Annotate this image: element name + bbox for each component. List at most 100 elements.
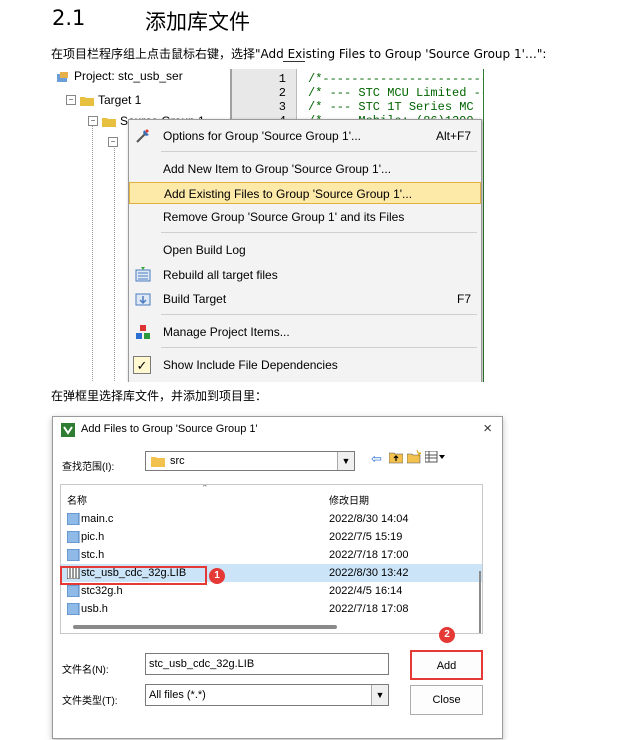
menu-item-label: Show Include File Dependencies (163, 358, 338, 372)
file-date: 2022/8/30 14:04 (329, 513, 409, 525)
chevron-down-icon[interactable]: ▼ (337, 452, 354, 470)
dialog-title: Add Files to Group 'Source Group 1' (81, 423, 258, 435)
underline-mark (283, 61, 305, 62)
file-name: main.c (81, 513, 114, 525)
filename-value: stc_usb_cdc_32g.LIB (149, 658, 255, 670)
tree-guide-line (92, 126, 94, 381)
menu-separator (161, 151, 477, 152)
section-number: 2.1 (52, 6, 86, 30)
menu-item-label: Options for Group 'Source Group 1'... (163, 129, 362, 143)
tree-item-target[interactable]: − Target 1 (66, 93, 141, 107)
menu-item-label: Rebuild all target files (163, 268, 278, 282)
menu-item-add-new-item[interactable]: Add New Item to Group 'Source Group 1'..… (129, 158, 481, 180)
close-button[interactable]: Close (410, 685, 483, 715)
look-in-value: src (170, 455, 185, 467)
menu-item-open-build-log[interactable]: Open Build Log (129, 239, 481, 261)
menu-item-label: Build Target (163, 292, 227, 306)
tree-guide-line (114, 148, 116, 381)
menu-item-manage-project-items[interactable]: Manage Project Items... (129, 321, 481, 343)
filetype-value: All files (*.*) (149, 689, 206, 701)
dialog-app-icon (61, 423, 75, 440)
manage-icon (135, 324, 151, 340)
collapse-icon[interactable]: − (88, 116, 98, 126)
editor-margin-bar (483, 69, 484, 382)
c-file-icon (66, 512, 80, 526)
instruction-text-1: 在项目栏程序组上点击鼠标右键，选择"Add Existing Files to … (51, 47, 547, 61)
filetype-dropdown[interactable]: All files (*.*) ▼ (145, 684, 389, 706)
chevron-down-icon[interactable]: ▼ (371, 685, 388, 705)
section-title: 添加库文件 (145, 10, 250, 34)
folder-icon (151, 456, 165, 470)
context-menu: Options for Group 'Source Group 1'... Al… (128, 119, 482, 382)
annotation-badge-1: 1 (209, 568, 225, 584)
line-number: 1 (278, 72, 286, 86)
code-line: /* --- STC MCU Limited --- (308, 86, 484, 100)
line-number: 2 (278, 86, 286, 100)
tree-project-label: Project: stc_usb_ser (74, 69, 183, 83)
project-icon (56, 71, 70, 82)
file-date: 2022/7/18 17:00 (329, 549, 409, 561)
file-name: pic.h (81, 531, 105, 543)
menu-item-remove-group[interactable]: Remove Group 'Source Group 1' and its Fi… (129, 206, 481, 228)
h-file-icon (66, 530, 80, 544)
file-name: stc.h (81, 549, 105, 561)
instruction-text-2: 在弹框里选择库文件，并添加到项目里： (51, 389, 268, 403)
menu-item-rebuild-all[interactable]: Rebuild all target files (129, 264, 481, 286)
horizontal-scrollbar[interactable] (73, 625, 337, 629)
file-name: stc32g.h (81, 585, 123, 597)
rebuild-icon (135, 267, 151, 283)
menu-item-label: Open Build Log (163, 243, 246, 257)
filename-label: 文件名(N): (62, 665, 109, 676)
up-folder-icon[interactable] (388, 450, 404, 467)
code-line: /* --- STC 1T Series MC (308, 100, 474, 114)
menu-item-options-for-group[interactable]: Options for Group 'Source Group 1'... Al… (129, 125, 481, 147)
h-file-icon (66, 584, 80, 598)
column-header-name[interactable]: 名称 (67, 492, 87, 507)
file-list[interactable]: 名称 ⌃ 修改日期 main.c 2022/8/30 14:04 pic.h 2… (60, 484, 483, 634)
file-row[interactable]: main.c 2022/8/30 14:04 (61, 510, 482, 528)
tree-item-project[interactable]: Project: stc_usb_ser (56, 69, 183, 83)
file-row[interactable]: usb.h 2022/7/18 17:08 (61, 600, 482, 618)
group-folder-icon (102, 116, 116, 127)
close-icon[interactable]: × (483, 420, 492, 437)
annotation-badge-2: 2 (439, 627, 455, 643)
file-date: 2022/4/5 16:14 (329, 585, 403, 597)
back-arrow-icon[interactable]: ⇦ (371, 451, 382, 467)
add-files-dialog: Add Files to Group 'Source Group 1' × 查找… (52, 416, 503, 739)
tree-item-file[interactable]: − (108, 137, 122, 147)
add-button[interactable]: Add (410, 650, 483, 680)
tree-target-label: Target 1 (98, 93, 142, 107)
file-date: 2022/8/30 13:42 (329, 567, 409, 579)
menu-separator (161, 347, 477, 348)
checkmark-icon: ✓ (133, 356, 151, 374)
menu-item-label: Add Existing Files to Group 'Source Grou… (164, 187, 413, 201)
highlight-box-file (60, 566, 207, 585)
file-date: 2022/7/18 17:08 (329, 603, 409, 615)
collapse-icon[interactable]: − (66, 95, 76, 105)
file-row[interactable]: stc.h 2022/7/18 17:00 (61, 546, 482, 564)
line-number: 3 (278, 100, 286, 114)
filename-input[interactable]: stc_usb_cdc_32g.LIB (145, 653, 389, 675)
expand-icon[interactable]: − (108, 137, 118, 147)
menu-separator (161, 232, 477, 233)
menu-item-label: Manage Project Items... (163, 325, 290, 339)
menu-item-add-existing-files[interactable]: Add Existing Files to Group 'Source Grou… (129, 182, 481, 204)
filetype-label: 文件类型(T): (62, 696, 118, 707)
code-line: /*----------------------- (308, 72, 484, 86)
vertical-scrollbar[interactable] (479, 571, 481, 633)
ide-screenshot: Project: stc_usb_ser − Target 1 − Source… (50, 64, 484, 382)
look-in-dropdown[interactable]: src ▼ (145, 451, 355, 471)
sort-indicator-icon: ⌃ (201, 484, 209, 493)
menu-item-show-include-deps[interactable]: ✓ Show Include File Dependencies (129, 354, 481, 376)
target-folder-icon (80, 95, 94, 106)
menu-item-label: Remove Group 'Source Group 1' and its Fi… (163, 210, 405, 224)
column-header-date[interactable]: 修改日期 (329, 492, 369, 507)
file-date: 2022/7/5 15:19 (329, 531, 403, 543)
menu-item-label: Add New Item to Group 'Source Group 1'..… (163, 162, 392, 176)
new-folder-icon[interactable] (406, 449, 423, 467)
menu-item-shortcut: F7 (456, 292, 471, 306)
file-row[interactable]: pic.h 2022/7/5 15:19 (61, 528, 482, 546)
menu-item-build-target[interactable]: Build Target F7 (129, 288, 481, 310)
view-menu-icon[interactable] (424, 450, 445, 466)
options-icon (135, 128, 151, 144)
